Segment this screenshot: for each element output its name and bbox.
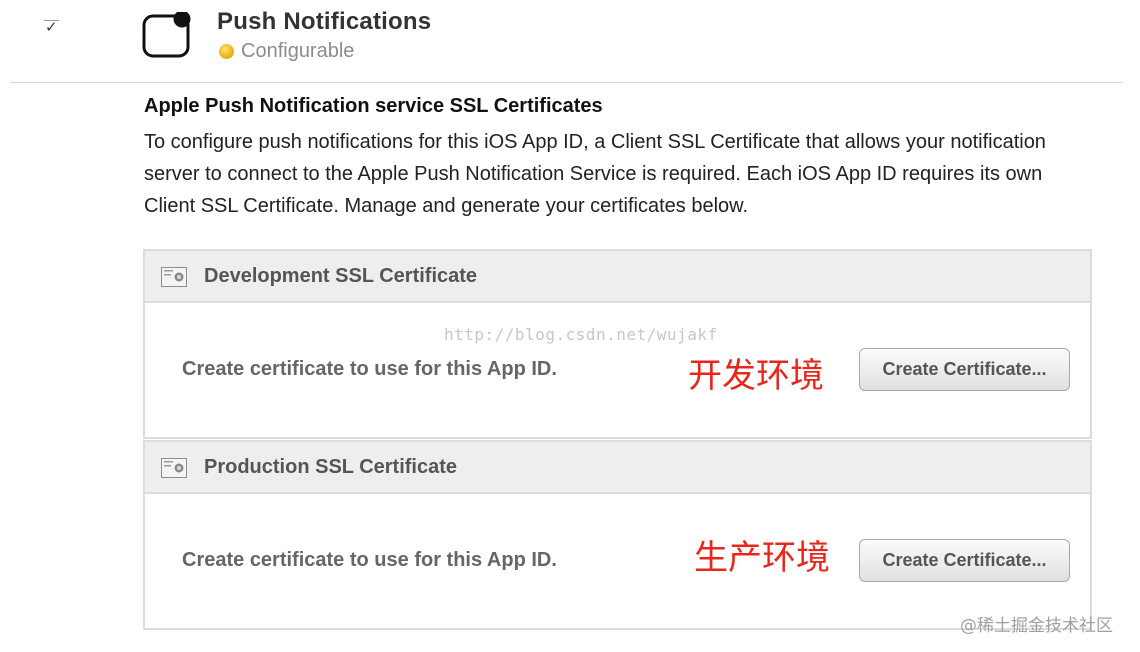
- production-certificate-panel: Production SSL Certificate Create certif…: [143, 440, 1092, 630]
- development-environment-label: 开发环境: [688, 356, 824, 396]
- watermark-url: http://blog.csdn.net/wujakf: [444, 325, 718, 344]
- service-status: Configurable: [219, 40, 354, 62]
- development-certificate-body: http://blog.csdn.net/wujakf Create certi…: [145, 303, 1090, 437]
- create-development-certificate-button[interactable]: Create Certificate...: [859, 348, 1070, 391]
- production-certificate-text: Create certificate to use for this App I…: [182, 549, 557, 571]
- section-description: To configure push notifications for this…: [144, 131, 1046, 217]
- production-environment-label: 生产环境: [694, 538, 830, 578]
- section-heading: Apple Push Notification service SSL Cert…: [144, 95, 603, 117]
- status-dot-icon: [219, 43, 234, 59]
- development-certificate-title: Development SSL Certificate: [204, 265, 478, 287]
- certificate-icon: [161, 458, 187, 478]
- divider: [10, 82, 1122, 83]
- notification-app-icon: [142, 12, 191, 58]
- create-production-certificate-button[interactable]: Create Certificate...: [859, 539, 1070, 582]
- production-certificate-header: Production SSL Certificate: [145, 442, 1090, 494]
- source-credit: @稀土掘金技术社区: [960, 616, 1113, 636]
- service-title: Push Notifications: [217, 8, 432, 35]
- status-text: Configurable: [241, 39, 355, 62]
- certificate-icon: [161, 267, 187, 287]
- production-certificate-body: Create certificate to use for this App I…: [145, 494, 1090, 628]
- enable-checkbox[interactable]: ✓: [44, 18, 60, 36]
- checkmark-icon: ✓: [45, 18, 58, 36]
- development-certificate-header: Development SSL Certificate: [145, 251, 1090, 303]
- production-certificate-title: Production SSL Certificate: [204, 456, 458, 478]
- development-certificate-panel: Development SSL Certificate http://blog.…: [143, 249, 1092, 439]
- development-certificate-text: Create certificate to use for this App I…: [182, 358, 557, 380]
